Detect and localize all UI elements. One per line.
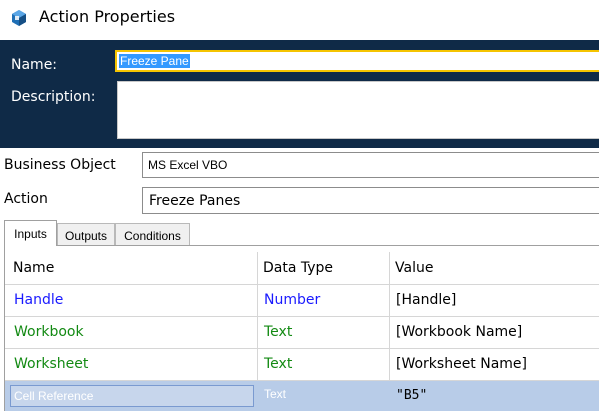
table-row[interactable]: Workbook Text [Workbook Name] <box>5 316 599 348</box>
action-label: Action <box>4 191 48 207</box>
tab-outputs[interactable]: Outputs <box>57 223 115 245</box>
inputs-grid: Name Data Type Value Handle Number [Hand… <box>4 245 599 411</box>
action-field[interactable]: Freeze Panes <box>142 187 599 214</box>
column-header-name[interactable]: Name <box>13 260 54 276</box>
row-type: Text <box>264 356 293 372</box>
business-object-label: Business Object <box>4 157 116 173</box>
description-field[interactable] <box>117 81 599 139</box>
header-panel: Name: Freeze Pane Description: <box>0 40 599 148</box>
row-type: Text <box>264 387 287 401</box>
table-row[interactable]: Handle Number [Handle] <box>5 284 599 316</box>
row-value[interactable]: [Worksheet Name] <box>396 356 527 372</box>
name-field[interactable]: Freeze Pane <box>115 50 599 72</box>
action-value: Freeze Panes <box>149 193 241 209</box>
column-header-value[interactable]: Value <box>395 260 433 276</box>
row-name: Workbook <box>14 324 84 340</box>
row-type: Number <box>264 292 321 308</box>
tab-conditions[interactable]: Conditions <box>115 223 190 245</box>
row-value[interactable]: [Handle] <box>396 292 456 308</box>
row-type: Text <box>264 324 293 340</box>
column-header-data-type[interactable]: Data Type <box>263 260 333 276</box>
title-bar: Action Properties <box>0 0 599 40</box>
tab-inputs[interactable]: Inputs <box>4 220 57 246</box>
name-value: Freeze Pane <box>119 54 190 68</box>
business-object-field[interactable]: MS Excel VBO <box>142 152 599 178</box>
grid-header: Name Data Type Value <box>5 246 599 284</box>
cell-reference-name-editor[interactable]: Cell Reference <box>10 385 254 407</box>
business-object-value: MS Excel VBO <box>148 158 228 172</box>
row-value[interactable]: [Workbook Name] <box>396 324 522 340</box>
table-row-selected[interactable]: Cell Reference Text "B5" <box>5 380 599 411</box>
row-name: Handle <box>14 292 64 308</box>
window-title: Action Properties <box>39 7 176 26</box>
description-label: Description: <box>11 89 96 105</box>
name-label: Name: <box>11 57 58 73</box>
tab-strip: Inputs Outputs Conditions <box>0 220 599 246</box>
blue-cube-icon <box>9 8 29 28</box>
row-name: Worksheet <box>14 356 89 372</box>
row-value[interactable]: "B5" <box>396 388 427 403</box>
table-row[interactable]: Worksheet Text [Worksheet Name] <box>5 348 599 380</box>
